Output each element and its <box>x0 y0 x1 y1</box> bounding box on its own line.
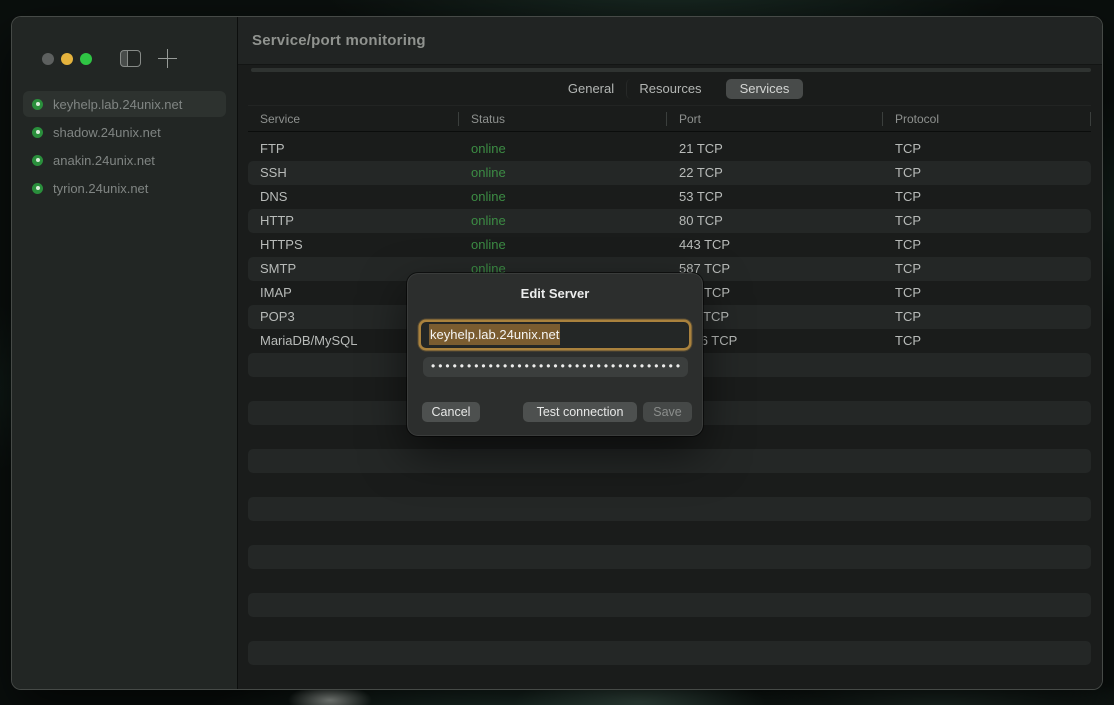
table-row-empty <box>248 545 1091 569</box>
server-status-icon <box>32 127 43 138</box>
table-row-ftp[interactable]: FTPonline21 TCPTCP <box>248 137 1091 161</box>
server-status-icon <box>32 155 43 166</box>
tab-resources[interactable]: Resources <box>626 79 714 99</box>
cell-service: HTTPS <box>248 233 459 257</box>
dialog-title: Edit Server <box>407 286 703 301</box>
cell-status: online <box>459 209 667 233</box>
save-button[interactable]: Save <box>643 402 692 422</box>
table-row-empty <box>248 449 1091 473</box>
server-label: tyrion.24unix.net <box>53 181 148 196</box>
server-name-selected-text: keyhelp.lab.24unix.net <box>429 324 560 345</box>
cell-protocol: TCP <box>883 161 1091 185</box>
sidebar-item-anakin-24unix-net[interactable]: anakin.24unix.net <box>23 147 226 173</box>
add-server-button[interactable] <box>158 49 177 68</box>
cell-port: 443 TCP <box>667 233 883 257</box>
toolbar: Service/port monitoring <box>238 17 1102 65</box>
table-row-empty <box>248 641 1091 665</box>
table-row-empty <box>248 617 1091 641</box>
zoom-window-button[interactable] <box>80 53 92 65</box>
server-name-input[interactable]: keyhelp.lab.24unix.net <box>422 323 688 347</box>
table-header: ServiceStatusPortProtocol <box>248 105 1091 132</box>
table-row-https[interactable]: HTTPSonline443 TCPTCP <box>248 233 1091 257</box>
close-window-button[interactable] <box>42 53 54 65</box>
server-status-icon <box>32 99 43 110</box>
column-header-status: Status <box>459 106 667 132</box>
cell-protocol: TCP <box>883 233 1091 257</box>
table-row-empty <box>248 521 1091 545</box>
cell-service: SSH <box>248 161 459 185</box>
cell-protocol: TCP <box>883 185 1091 209</box>
cell-port: 53 TCP <box>667 185 883 209</box>
password-input[interactable]: ••••••••••••••••••••••••••••••••••• <box>423 357 688 377</box>
column-header-port: Port <box>667 106 883 132</box>
sidebar-toggle-pane <box>121 51 128 66</box>
cell-protocol: TCP <box>883 281 1091 305</box>
table-row-dns[interactable]: DNSonline53 TCPTCP <box>248 185 1091 209</box>
column-header-service: Service <box>248 106 459 132</box>
cell-service: DNS <box>248 185 459 209</box>
tab-general[interactable]: General <box>556 79 626 99</box>
minimize-window-button[interactable] <box>61 53 73 65</box>
cell-status: online <box>459 233 667 257</box>
window-controls <box>42 53 92 65</box>
tab-bar: GeneralResources Services <box>556 79 803 99</box>
server-label: shadow.24unix.net <box>53 125 161 140</box>
cell-protocol: TCP <box>883 305 1091 329</box>
cell-status: online <box>459 161 667 185</box>
server-list: keyhelp.lab.24unix.net shadow.24unix.net a… <box>23 91 226 203</box>
cancel-button[interactable]: Cancel <box>422 402 480 422</box>
sidebar-item-tyrion-24unix-net[interactable]: tyrion.24unix.net <box>23 175 226 201</box>
table-row-http[interactable]: HTTPonline80 TCPTCP <box>248 209 1091 233</box>
table-row-empty <box>248 497 1091 521</box>
cell-protocol: TCP <box>883 137 1091 161</box>
server-status-icon <box>32 183 43 194</box>
cell-protocol: TCP <box>883 257 1091 281</box>
table-row-empty <box>248 473 1091 497</box>
cell-protocol: TCP <box>883 209 1091 233</box>
cell-port: 22 TCP <box>667 161 883 185</box>
cell-service: HTTP <box>248 209 459 233</box>
table-row-empty <box>248 569 1091 593</box>
cell-port: 21 TCP <box>667 137 883 161</box>
cell-protocol: TCP <box>883 329 1091 353</box>
cell-status: online <box>459 137 667 161</box>
page-title: Service/port monitoring <box>252 17 1102 64</box>
sidebar: keyhelp.lab.24unix.net shadow.24unix.net a… <box>12 17 237 689</box>
test-connection-button[interactable]: Test connection <box>523 402 637 422</box>
column-header-protocol: Protocol <box>883 106 1091 132</box>
tab-services[interactable]: Services <box>726 79 803 99</box>
edit-server-dialog: Edit Server keyhelp.lab.24unix.net •••••… <box>407 273 703 436</box>
scroll-edge-divider <box>251 68 1091 72</box>
cell-status: online <box>459 185 667 209</box>
sidebar-item-keyhelp-lab-24unix-net[interactable]: keyhelp.lab.24unix.net <box>23 91 226 117</box>
server-label: keyhelp.lab.24unix.net <box>53 97 182 112</box>
table-row-empty <box>248 593 1091 617</box>
sidebar-toggle-icon[interactable] <box>120 50 141 67</box>
server-label: anakin.24unix.net <box>53 153 155 168</box>
sidebar-item-shadow-24unix-net[interactable]: shadow.24unix.net <box>23 119 226 145</box>
cell-service: FTP <box>248 137 459 161</box>
cell-port: 80 TCP <box>667 209 883 233</box>
table-row-ssh[interactable]: SSHonline22 TCPTCP <box>248 161 1091 185</box>
